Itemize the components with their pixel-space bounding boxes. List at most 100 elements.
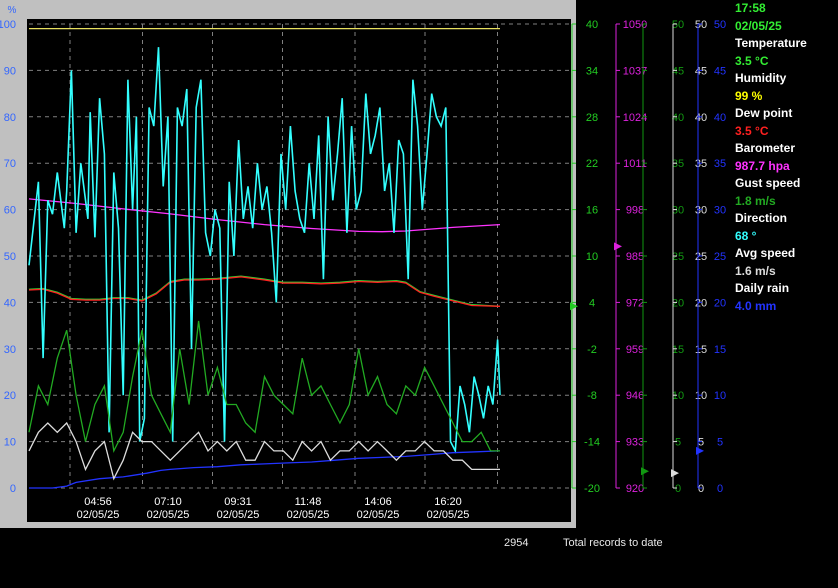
y-tick-label: 972 — [626, 297, 644, 309]
reading-label: Humidity — [735, 71, 787, 85]
current-readings-panel: 17:58 02/05/25 Temperature 3.5 °C Humidity… — [735, 0, 838, 315]
reading-label: Barometer — [735, 141, 796, 155]
y-tick-label: 16 — [586, 205, 598, 217]
x-tick-time: 04:56 — [84, 496, 112, 508]
readings-list: Temperature 3.5 °C Humidity 99 % Dew point 3.… — [735, 35, 838, 315]
y-tick-label: 30 — [695, 205, 707, 217]
y-tick-label: 30 — [4, 344, 16, 356]
y-tick-label: -2 — [587, 344, 597, 356]
y-tick-label: 20 — [695, 297, 707, 309]
x-tick-date: 02/05/25 — [287, 509, 330, 521]
record-count: 2954 — [504, 537, 529, 549]
reading-label: Dew point — [735, 106, 793, 120]
y-tick-label: 40 — [714, 112, 726, 124]
y-tick-label: 10 — [672, 390, 684, 402]
reading-value: 1.8 m/s — [735, 193, 776, 208]
reading-label: Gust speed — [735, 176, 801, 190]
y-tick-label: -8 — [587, 390, 597, 402]
y-tick-label: 25 — [672, 251, 684, 263]
y-tick-label: 20 — [672, 297, 684, 309]
y-tick-label: 5 — [675, 437, 681, 449]
y-tick-label: 35 — [695, 158, 707, 170]
reading-value: 3.5 °C — [735, 53, 769, 68]
y-tick-label: 50 — [4, 251, 16, 263]
y-tick-label: 22 — [586, 158, 598, 170]
y-tick-label: 0 — [10, 483, 16, 495]
y-tick-label: 45 — [695, 65, 707, 77]
reading-value: 1.6 m/s — [735, 263, 776, 278]
y-tick-label: 0 — [675, 483, 681, 495]
weather-chart-window: % 0 10 20 30 40 50 60 70 80 90 100 04:56 02/05/25 07:1… — [0, 0, 838, 588]
reading-value: 4.0 mm — [735, 298, 777, 313]
x-tick-time: 09:31 — [224, 496, 252, 508]
y-tick-label: -14 — [584, 437, 600, 449]
y-tick-label: 15 — [672, 344, 684, 356]
y-tick-label: 40 — [586, 19, 598, 31]
y-tick-label: 70 — [4, 158, 16, 170]
y-tick-label: 15 — [695, 344, 707, 356]
current-date: 02/05/25 — [735, 18, 782, 33]
y-tick-label: 20 — [4, 390, 16, 402]
x-tick-date: 02/05/25 — [357, 509, 400, 521]
y-tick-label: 40 — [4, 297, 16, 309]
weather-chart: %010203040506070809010004:5602/05/2507:1… — [0, 5, 726, 522]
y-axis-unit-label: % — [8, 5, 17, 16]
y-tick-label: 933 — [626, 437, 644, 449]
y-tick-label: 40 — [695, 112, 707, 124]
y-tick-label: 30 — [672, 205, 684, 217]
y-tick-label: 30 — [714, 205, 726, 217]
y-tick-label: 25 — [695, 251, 707, 263]
y-tick-label: 5 — [698, 437, 704, 449]
x-tick-date: 02/05/25 — [147, 509, 190, 521]
y-tick-label: 1037 — [623, 65, 647, 77]
current-value-marker — [641, 467, 649, 476]
reading-label: Avg speed — [735, 246, 796, 260]
y-tick-label: 40 — [672, 112, 684, 124]
y-tick-label: 10 — [695, 390, 707, 402]
reading-label: Temperature — [735, 36, 807, 50]
y-tick-label: 60 — [4, 205, 16, 217]
y-tick-label: 34 — [586, 65, 598, 77]
reading-value: 99 % — [735, 88, 763, 103]
reading-label: Daily rain — [735, 281, 790, 295]
y-tick-label: 45 — [714, 65, 726, 77]
y-tick-label: 25 — [714, 251, 726, 263]
y-tick-label: 1050 — [623, 19, 647, 31]
x-tick-time: 11:48 — [295, 496, 322, 508]
y-tick-label: 0 — [698, 483, 704, 495]
x-tick-date: 02/05/25 — [77, 509, 120, 521]
y-tick-label: 90 — [4, 65, 16, 77]
current-time: 17:58 — [735, 1, 766, 15]
x-tick-date: 02/05/25 — [427, 509, 470, 521]
y-tick-label: 959 — [626, 344, 644, 356]
y-tick-label: 15 — [714, 344, 726, 356]
y-tick-label: 920 — [626, 483, 644, 495]
x-tick-time: 07:10 — [154, 496, 182, 508]
y-tick-label: 10 — [714, 390, 726, 402]
reading-value: 987.7 hpa — [735, 158, 790, 173]
y-tick-label: 45 — [672, 65, 684, 77]
y-tick-label: 35 — [672, 158, 684, 170]
record-count-label: Total records to date — [563, 537, 663, 549]
y-tick-label: 80 — [4, 112, 16, 124]
y-tick-label: 998 — [626, 205, 644, 217]
x-tick-date: 02/05/25 — [217, 509, 260, 521]
reading-value: 68 ° — [735, 228, 757, 243]
y-tick-label: 10 — [586, 251, 598, 263]
y-tick-label: 4 — [589, 297, 595, 309]
y-tick-label: 0 — [717, 483, 723, 495]
y-tick-label: 50 — [714, 19, 726, 31]
x-tick-time: 14:06 — [364, 496, 392, 508]
y-tick-label: 100 — [0, 19, 16, 31]
current-value-marker — [570, 302, 578, 311]
current-value-marker — [614, 242, 622, 251]
reading-value: 3.5 °C — [735, 123, 769, 138]
y-tick-label: 28 — [586, 112, 598, 124]
y-tick-label: 946 — [626, 390, 644, 402]
x-tick-time: 16:20 — [434, 496, 462, 508]
y-tick-label: 985 — [626, 251, 644, 263]
y-tick-label: 50 — [672, 19, 684, 31]
y-tick-label: 20 — [714, 297, 726, 309]
y-tick-label: 5 — [717, 437, 723, 449]
y-tick-label: 10 — [4, 437, 16, 449]
